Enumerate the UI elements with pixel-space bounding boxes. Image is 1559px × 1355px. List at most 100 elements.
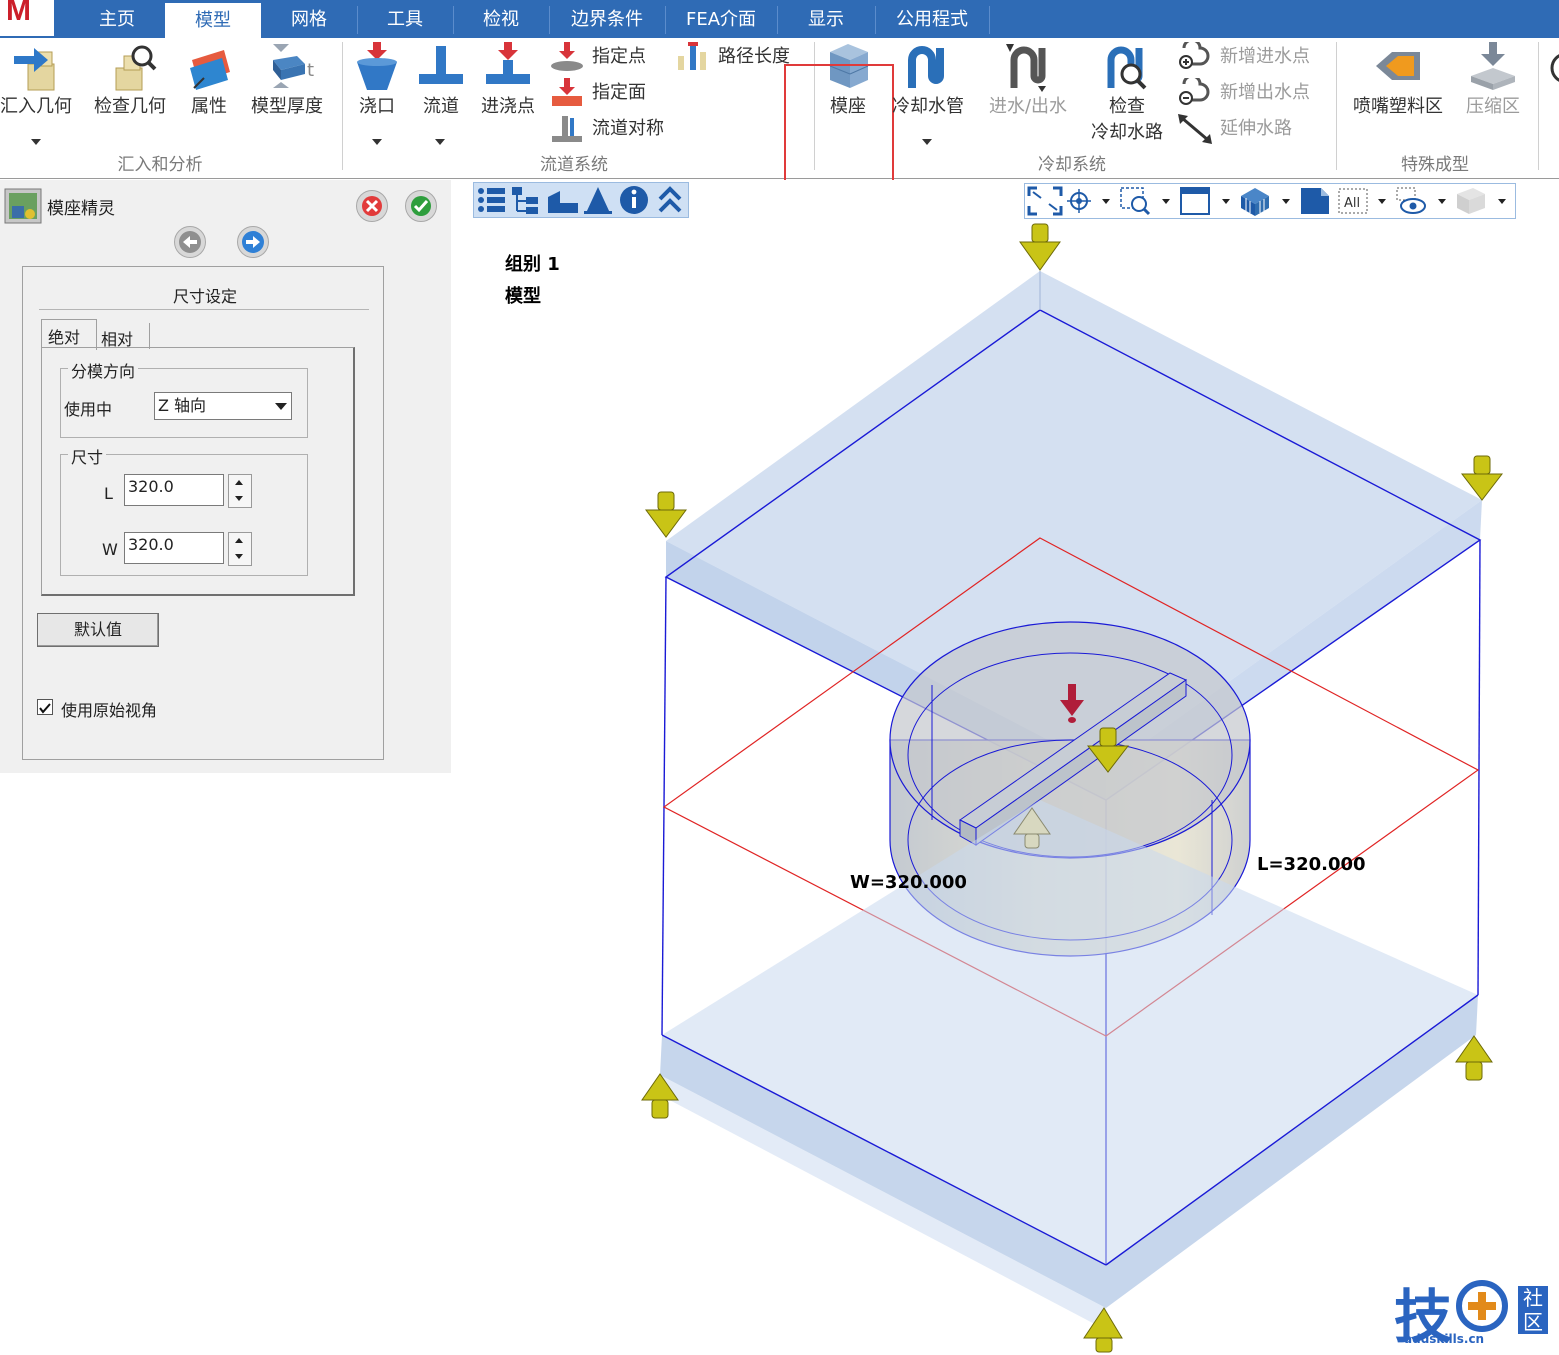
check-geometry-button[interactable]: 检查几何 (92, 42, 168, 118)
wizard-icon (4, 188, 42, 224)
compression-zone-button[interactable]: 压缩区 (1460, 42, 1526, 118)
size-group-label: 尺寸 (68, 444, 107, 468)
menu-bar: M 主页 模型 网格 工具 检视 边界条件 FEA介面 显示 公用程式 (0, 0, 1559, 39)
group-label-runner-system: 流道系统 (540, 155, 608, 175)
assign-face-button[interactable]: 指定面 (550, 78, 646, 108)
app-logo[interactable]: M (0, 0, 54, 36)
confirm-button[interactable] (405, 190, 437, 222)
clamp-cone-left (645, 491, 687, 538)
inlet-outlet-icon (1006, 44, 1046, 92)
back-button[interactable] (174, 226, 206, 258)
length-input[interactable]: 320.0 (124, 474, 224, 506)
properties-icon (190, 50, 230, 90)
check-cooling-channel-button[interactable]: 检查 冷却水路 (1086, 42, 1168, 144)
check-cooling-icon (1107, 46, 1147, 90)
tab-content-absolute: 分模方向 使用中 Z 轴向 尺寸 L 320.0 W 320.0 (41, 347, 355, 596)
path-length-button[interactable]: 路径长度 (676, 42, 790, 72)
path-length-icon (678, 42, 706, 70)
arrow-left-icon (179, 231, 201, 253)
tab-mesh[interactable]: 网格 (262, 0, 356, 38)
ribbon: 汇入几何 检查几何 属性 t 模型厚度 汇入和分析 浇口 流道 进浇点 指定点 … (0, 38, 1559, 182)
spin-down-icon[interactable] (235, 554, 243, 559)
clamp-cone-top (1019, 223, 1061, 271)
chevron-down-icon (275, 403, 287, 410)
plus-circle-icon (1456, 1280, 1508, 1332)
tab-view[interactable]: 检视 (454, 0, 548, 38)
import-geometry-icon (14, 48, 55, 91)
add-inlet-button[interactable]: 新增进水点 (1178, 42, 1310, 72)
assign-point-button[interactable]: 指定点 (550, 42, 646, 72)
spin-down-icon[interactable] (235, 496, 243, 501)
model-thickness-icon: t (273, 44, 314, 88)
tab-tools[interactable]: 工具 (358, 0, 452, 38)
in-use-label: 使用中 (64, 400, 113, 419)
model-thickness-button[interactable]: t 模型厚度 (248, 42, 326, 118)
width-input[interactable]: 320.0 (124, 532, 224, 564)
nozzle-zone-button[interactable]: 喷嘴塑料区 (1350, 42, 1446, 118)
length-stepper[interactable] (228, 474, 252, 508)
assign-face-icon (552, 78, 582, 106)
runner-symmetry-icon (552, 116, 582, 142)
width-label: W (102, 540, 118, 559)
properties-button[interactable]: 属性 (182, 42, 236, 118)
length-dimension-label: L=320.000 (1257, 854, 1366, 875)
add-outlet-button[interactable]: 新增出水点 (1178, 78, 1310, 108)
bottom-plate[interactable] (660, 800, 1479, 1330)
runner-dropdown-icon[interactable] (435, 139, 445, 145)
width-dimension-label: W=320.000 (850, 872, 967, 893)
spin-up-icon[interactable] (235, 538, 243, 543)
arrow-right-icon (242, 231, 264, 253)
extend-channel-icon (1178, 114, 1212, 144)
tab-fea-interface[interactable]: FEA介面 (666, 0, 776, 38)
tab-boundary-conditions[interactable]: 边界条件 (550, 0, 664, 38)
mold-base-3d-model[interactable] (452, 180, 1559, 1355)
mold-base-highlight-box (784, 64, 894, 182)
mold-base-wizard-panel: 模座精灵 尺寸设定 绝对 相对 分模方向 使用中 Z 轴向 尺寸 L 320.0… (0, 180, 451, 773)
group-label-special-molding: 特殊成型 (1401, 155, 1469, 175)
watermark-logo: 技 社 区 addskills.cn (1394, 1276, 1554, 1352)
width-stepper[interactable] (228, 532, 252, 566)
spin-up-icon[interactable] (235, 480, 243, 485)
length-label: L (104, 484, 113, 503)
add-inlet-icon (1179, 42, 1210, 69)
overflow-ribbon-icon[interactable] (1546, 48, 1559, 88)
tab-absolute[interactable]: 绝对 (41, 319, 97, 350)
size-setting-title: 尺寸设定 (173, 287, 238, 306)
check-geometry-icon (115, 45, 157, 91)
inlet-outlet-button[interactable]: 进水/出水 (982, 42, 1074, 118)
tab-utilities[interactable]: 公用程式 (876, 0, 988, 38)
compression-zone-icon (1471, 42, 1515, 90)
import-geometry-dropdown-icon[interactable] (31, 139, 41, 145)
injection-point-button[interactable]: 进浇点 (478, 42, 538, 118)
parting-direction-label: 分模方向 (68, 358, 139, 382)
parting-direction-select[interactable]: Z 轴向 (154, 392, 292, 420)
svg-text:t: t (307, 60, 314, 81)
group-label-import-analysis: 汇入和分析 (117, 155, 203, 175)
cooling-pipe-button[interactable]: 冷却水管 (890, 42, 966, 118)
default-values-button[interactable]: 默认值 (37, 613, 159, 647)
cooling-pipe-dropdown-icon[interactable] (922, 139, 932, 145)
import-geometry-button[interactable]: 汇入几何 (0, 42, 72, 118)
gate-dropdown-icon[interactable] (372, 139, 382, 145)
assign-point-icon (551, 42, 583, 71)
tab-relative[interactable]: 相对 (97, 323, 150, 349)
extend-channel-button[interactable]: 延伸水路 (1178, 114, 1292, 144)
check-icon (411, 196, 431, 216)
watermark-badge: 社 区 (1518, 1286, 1548, 1334)
runner-icon (419, 46, 463, 84)
cooling-pipe-icon (908, 46, 944, 88)
tab-model[interactable]: 模型 (165, 0, 261, 39)
runner-button[interactable]: 流道 (416, 42, 466, 118)
use-original-view-checkbox[interactable] (37, 699, 53, 715)
tab-display[interactable]: 显示 (778, 0, 874, 38)
injection-point-icon (486, 42, 530, 84)
3d-viewport[interactable]: All 组别 1 模型 W=320.000 L=320.000 技 社 区 ad… (452, 180, 1559, 1355)
cancel-button[interactable] (356, 190, 388, 222)
wizard-dialog-box: 尺寸设定 绝对 相对 分模方向 使用中 Z 轴向 尺寸 L 320.0 W 32… (22, 266, 384, 760)
next-button[interactable] (237, 226, 269, 258)
use-original-view-label: 使用原始视角 (61, 701, 158, 720)
gate-button[interactable]: 浇口 (352, 42, 402, 118)
tab-home[interactable]: 主页 (70, 0, 164, 38)
runner-symmetry-button[interactable]: 流道对称 (550, 114, 664, 144)
group-label-cooling-system: 冷却系统 (1038, 155, 1106, 175)
